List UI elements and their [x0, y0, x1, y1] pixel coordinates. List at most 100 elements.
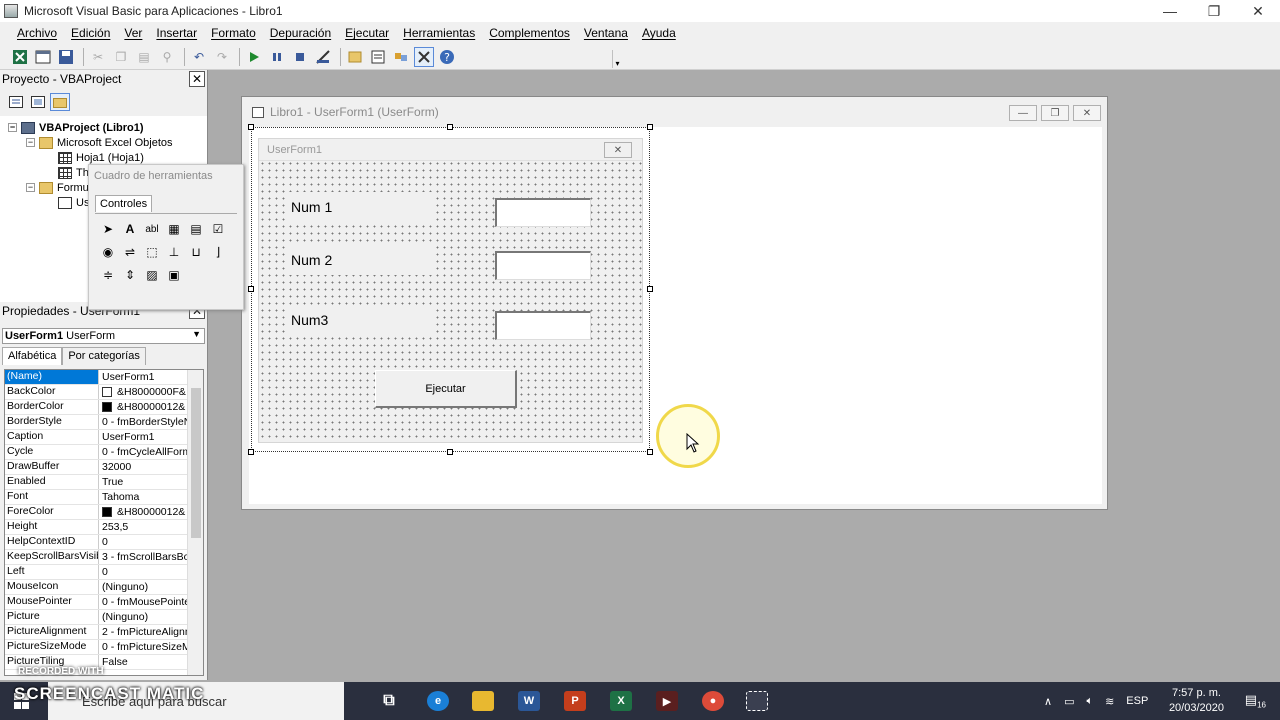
label-tool-icon[interactable]: A	[121, 220, 139, 238]
property-value[interactable]: 0	[99, 535, 187, 549]
project-pane-close-button[interactable]: ✕	[189, 71, 205, 87]
userform-close-button[interactable]: ✕	[604, 142, 632, 158]
property-row[interactable]: ForeColor &H80000012&	[5, 505, 203, 520]
property-row[interactable]: DrawBuffer 32000	[5, 460, 203, 475]
property-value[interactable]: UserForm1	[99, 430, 187, 444]
menu-archivo[interactable]: Archivo	[10, 26, 64, 40]
select-objects-icon[interactable]: ➤	[99, 220, 117, 238]
toolbar-options-icon[interactable]: ▾	[612, 50, 622, 68]
property-value[interactable]: 0 - fmBorderStyleN	[99, 415, 187, 429]
frame-tool-icon[interactable]: ⬚	[143, 243, 161, 261]
resize-handle[interactable]	[248, 449, 254, 455]
textbox-tool-icon[interactable]: abl	[143, 220, 161, 238]
property-value[interactable]: 0 - fmCycleAllForms	[99, 445, 187, 459]
property-row[interactable]: BorderStyle 0 - fmBorderStyleN	[5, 415, 203, 430]
resize-handle[interactable]	[647, 449, 653, 455]
menu-depuracion[interactable]: Depuración	[263, 26, 338, 40]
resize-handle[interactable]	[447, 449, 453, 455]
tab-por-categorias[interactable]: Por categorías	[62, 347, 146, 365]
property-row[interactable]: KeepScrollBarsVisible3 - fmScrollBarsBot	[5, 550, 203, 565]
close-button[interactable]: ✕	[1236, 0, 1280, 22]
pause-icon[interactable]	[267, 47, 287, 67]
media-player-icon[interactable]: ▶	[656, 691, 678, 711]
battery-icon[interactable]: ▭	[1064, 695, 1074, 708]
menu-complementos[interactable]: Complementos	[482, 26, 577, 40]
powerpoint-icon[interactable]: P	[564, 691, 586, 711]
combobox-tool-icon[interactable]: ▦	[165, 220, 183, 238]
property-row[interactable]: Font Tahoma	[5, 490, 203, 505]
property-row[interactable]: MousePointer 0 - fmMousePointer	[5, 595, 203, 610]
tab-controles[interactable]: Controles	[95, 195, 153, 212]
object-selector-dropdown[interactable]: UserForm1 UserForm ▼	[2, 328, 205, 344]
tabstrip-tool-icon[interactable]: ⊔	[187, 243, 205, 261]
textbox-num2[interactable]	[495, 251, 591, 280]
menu-ventana[interactable]: Ventana	[577, 26, 635, 40]
redo-icon[interactable]: ↷	[212, 47, 232, 67]
language-indicator[interactable]: ESP	[1126, 695, 1148, 707]
property-value[interactable]: 253,5	[99, 520, 187, 534]
property-row[interactable]: PictureSizeMode0 - fmPictureSizeMo	[5, 640, 203, 655]
textbox-num3[interactable]	[495, 311, 591, 340]
tree-node-excel-objects[interactable]: − Microsoft Excel Objetos	[0, 135, 207, 150]
minimize-button[interactable]: —	[1148, 0, 1192, 22]
collapse-icon[interactable]: −	[8, 123, 17, 132]
listbox-tool-icon[interactable]: ▤	[187, 220, 205, 238]
collapse-icon[interactable]: −	[26, 183, 35, 192]
designer-minimize-button[interactable]: —	[1009, 105, 1037, 121]
property-row[interactable]: BackColor &H8000000F&	[5, 385, 203, 400]
designer-maximize-button[interactable]: ❐	[1041, 105, 1069, 121]
property-row[interactable]: Caption UserForm1	[5, 430, 203, 445]
design-mode-icon[interactable]	[313, 47, 333, 67]
textbox-num1[interactable]	[495, 198, 591, 227]
property-value[interactable]: Tahoma	[99, 490, 187, 504]
view-object-icon[interactable]	[28, 93, 48, 111]
property-row[interactable]: Height 253,5	[5, 520, 203, 535]
property-value[interactable]: 0 - fmMousePointer	[99, 595, 187, 609]
scrollbar-thumb[interactable]	[191, 388, 201, 538]
menu-herramientas[interactable]: Herramientas	[396, 26, 482, 40]
resize-handle[interactable]	[447, 124, 453, 130]
property-value[interactable]: UserForm1	[99, 370, 187, 384]
volume-icon[interactable]: 🔈︎	[1086, 695, 1093, 708]
save-icon[interactable]	[56, 47, 76, 67]
menu-insertar[interactable]: Insertar	[149, 26, 204, 40]
network-icon[interactable]: ≋	[1105, 695, 1114, 708]
spinbutton-tool-icon[interactable]: ⇕	[121, 266, 139, 284]
property-value[interactable]: 3 - fmScrollBarsBot	[99, 550, 187, 564]
label-num3[interactable]: Num3	[287, 305, 435, 335]
image-tool-icon[interactable]: ▨	[143, 266, 161, 284]
refedit-tool-icon[interactable]: ▣	[165, 266, 183, 284]
cut-icon[interactable]: ✂	[88, 47, 108, 67]
property-row[interactable]: HelpContextID 0	[5, 535, 203, 550]
excel-view-icon[interactable]	[10, 47, 30, 67]
object-browser-icon[interactable]	[391, 47, 411, 67]
taskbar-clock[interactable]: 7:57 p. m. 20/03/2020	[1169, 686, 1224, 716]
checkbox-tool-icon[interactable]: ☑	[209, 220, 227, 238]
run-icon[interactable]	[244, 47, 264, 67]
property-row[interactable]: Left 0	[5, 565, 203, 580]
find-icon[interactable]: ⚲	[157, 47, 177, 67]
paste-icon[interactable]: ▤	[134, 47, 154, 67]
tree-node-hoja1[interactable]: Hoja1 (Hoja1)	[0, 150, 207, 165]
menu-ejecutar[interactable]: Ejecutar	[338, 26, 396, 40]
togglebutton-tool-icon[interactable]: ⇌	[121, 243, 139, 261]
excel-icon[interactable]: X	[610, 691, 632, 711]
property-value[interactable]: 2 - fmPictureAlignm	[99, 625, 187, 639]
property-value[interactable]: False	[99, 655, 187, 669]
property-value[interactable]: &H80000012&	[99, 400, 187, 414]
resize-handle[interactable]	[647, 286, 653, 292]
property-value[interactable]: 0	[99, 565, 187, 579]
properties-scrollbar[interactable]	[187, 370, 203, 675]
optionbutton-tool-icon[interactable]: ◉	[99, 243, 117, 261]
menu-edicion[interactable]: Edición	[64, 26, 117, 40]
ejecutar-button[interactable]: Ejecutar	[375, 370, 517, 408]
label-num2[interactable]: Num 2	[287, 245, 435, 275]
chrome-browser-icon[interactable]: ●	[702, 691, 724, 711]
property-row[interactable]: PictureAlignment 2 - fmPictureAlignm	[5, 625, 203, 640]
snipping-tool-icon[interactable]	[746, 691, 768, 711]
label-num1[interactable]: Num 1	[287, 192, 435, 222]
properties-window-icon[interactable]	[368, 47, 388, 67]
show-hidden-icons-icon[interactable]: ∧	[1044, 695, 1052, 708]
collapse-icon[interactable]: −	[26, 138, 35, 147]
property-row[interactable]: Cycle0 - fmCycleAllForms	[5, 445, 203, 460]
